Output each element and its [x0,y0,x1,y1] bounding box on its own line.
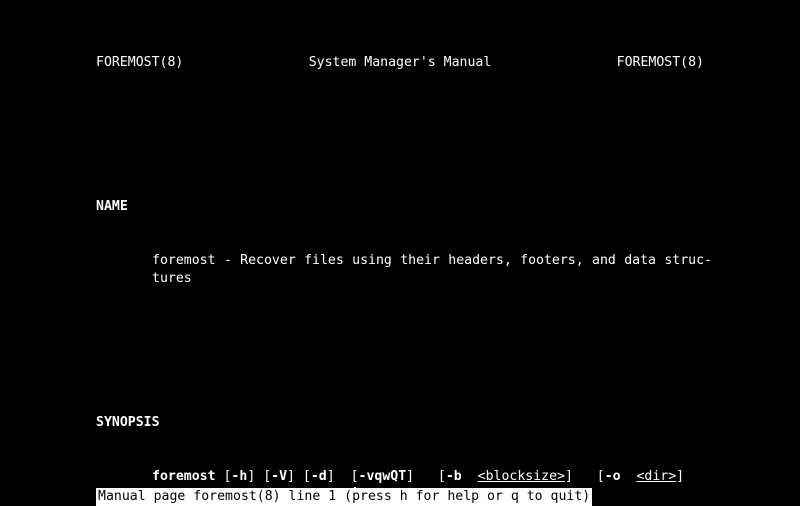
section-name-text: foremost - Recover files using their hea… [0,252,800,288]
section-name-heading: NAME [0,198,800,216]
arg-dir: <dir> [636,469,676,484]
terminal-manpage[interactable]: FOREMOST(8) System Manager's Manual FORE… [0,0,800,506]
opt-h: -h [231,469,247,484]
header-right: FOREMOST(8) [617,54,704,72]
arg-blocksize: <blocksize> [478,469,565,484]
header-left: FOREMOST(8) [96,54,183,72]
header-center: System Manager's Manual [183,54,616,72]
opt-b: -b [446,469,462,484]
opt-o: -o [605,469,621,484]
manpage-content: FOREMOST(8) System Manager's Manual FORE… [0,0,800,506]
pager-status-line[interactable]: Manual page foremost(8) line 1 (press h … [96,488,592,506]
opt-vqwQT: -vqwQT [359,469,407,484]
section-synopsis-heading: SYNOPSIS [0,414,800,432]
opt-d: -d [311,469,327,484]
opt-V: -V [271,469,287,484]
manpage-header: FOREMOST(8) System Manager's Manual FORE… [0,54,800,72]
synopsis-cmd: foremost [152,469,216,484]
